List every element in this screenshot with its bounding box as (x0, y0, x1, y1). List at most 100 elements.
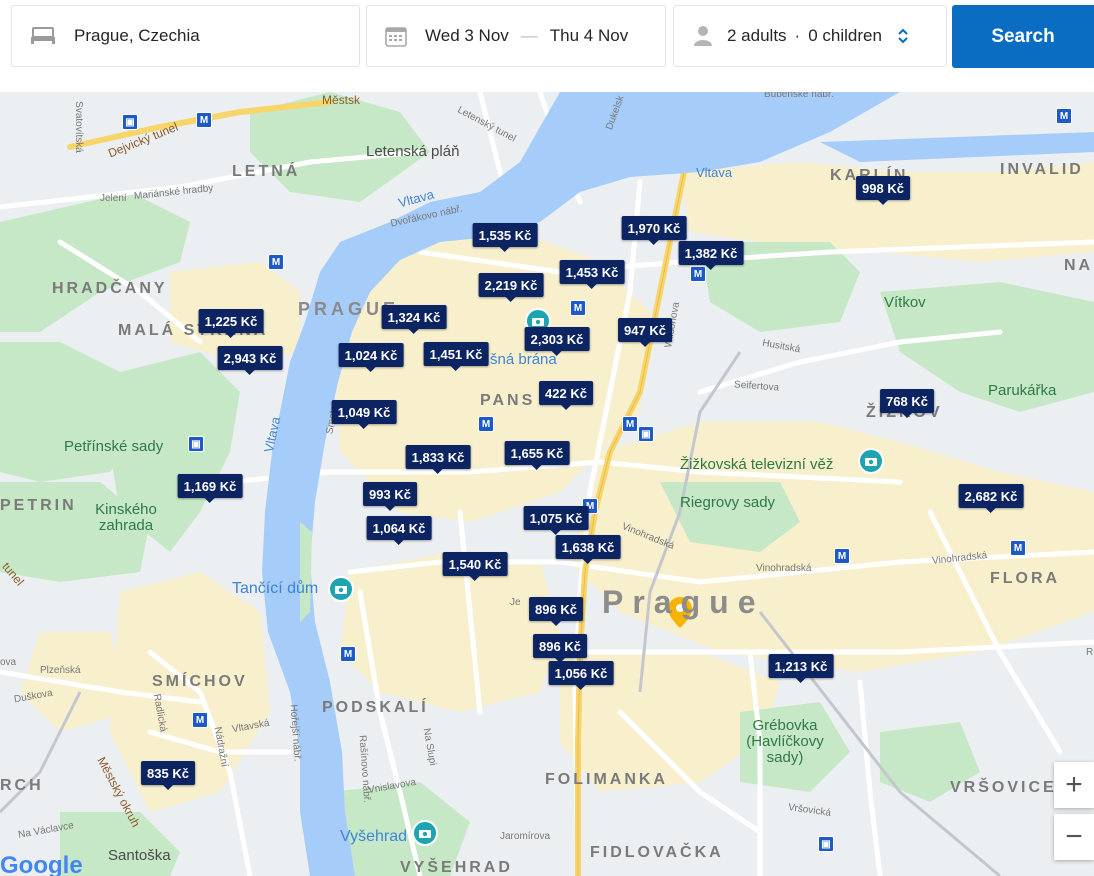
destination-value: Prague, Czechia (74, 26, 200, 45)
search-button[interactable]: Search (952, 5, 1094, 68)
map-label-invalid: INVALID (1000, 161, 1084, 178)
price-marker[interactable]: 2,219 Kč (478, 273, 544, 302)
map-label-flora: FLORA (990, 570, 1061, 587)
price-marker[interactable]: 2,303 Kč (524, 327, 590, 356)
map-label-vitkov: Vítkov (884, 294, 926, 311)
zoom-out-button[interactable]: − (1054, 814, 1094, 860)
map-label-santoska: Santoška (108, 847, 171, 864)
price-marker[interactable]: 1,225 Kč (198, 309, 264, 338)
search-bar: Prague, Czechia Wed 3 Nov — Thu 4 Nov 2 … (0, 0, 1094, 92)
price-marker[interactable]: 1,535 Kč (472, 223, 538, 252)
guests-field[interactable]: 2 adults · 0 children (673, 5, 947, 67)
price-marker[interactable]: 835 Kč (141, 761, 195, 790)
metro-icon: M (340, 646, 356, 662)
price-marker[interactable]: 2,943 Kč (217, 346, 283, 375)
metro-icon: M (834, 548, 850, 564)
street-bubenske: Bubenské nábř. (764, 92, 835, 100)
chevron-updown-icon[interactable] (898, 28, 908, 44)
tram-icon: ▣ (818, 836, 834, 852)
price-marker[interactable]: 1,324 Kč (381, 305, 447, 334)
tram-icon: ▣ (122, 114, 138, 130)
price-marker[interactable]: 998 Kč (856, 176, 910, 205)
map-label-pansky: PANS (480, 392, 536, 409)
street-plzenska: Plzeňská (40, 665, 81, 676)
map-label-petrin: PETRIN (0, 497, 77, 514)
metro-icon: M (690, 266, 706, 282)
map-label-letenska-plan: Letenská pláň (366, 143, 460, 160)
map-label-prague-big: Prague (602, 584, 765, 620)
price-marker[interactable]: 1,064 Kč (366, 516, 432, 545)
check-in-date: Wed 3 Nov (425, 26, 509, 45)
map-label-petrinske-sady: Petřínské sady (64, 438, 164, 455)
tram-icon: ▣ (638, 426, 654, 442)
map-label-podskali: PODSKALÍ (322, 699, 429, 716)
map-label-hradcany: HRADČANY (52, 280, 168, 297)
metro-icon: M (196, 112, 212, 128)
price-marker[interactable]: 1,213 Kč (768, 654, 834, 683)
map-label-vltava-2: Vltava (696, 165, 733, 180)
price-marker[interactable]: 896 Kč (533, 634, 587, 663)
price-marker[interactable]: 993 Kč (363, 482, 417, 511)
street-jaromirova: Jaromírova (500, 831, 551, 842)
map-label-zizkovska-vez: Žižkovská televizní věž (680, 456, 834, 473)
calendar-icon (385, 25, 407, 47)
metro-icon: M (1056, 108, 1072, 124)
price-marker[interactable]: 1,453 Kč (559, 260, 625, 289)
map-label-grebovka: Grébovka (Havlíčkovy sady) (746, 717, 824, 766)
guests-dot: · (794, 26, 801, 45)
price-marker[interactable]: 422 Kč (539, 381, 593, 410)
metro-icon: M (268, 254, 284, 270)
metro-icon: M (478, 416, 494, 432)
price-marker[interactable]: 1,833 Kč (405, 445, 471, 474)
date-range-field[interactable]: Wed 3 Nov — Thu 4 Nov (366, 5, 666, 67)
metro-icon: M (570, 300, 586, 316)
street-mestska: Městsk (322, 93, 361, 107)
street-r: R (1086, 647, 1094, 658)
camera-icon (412, 820, 438, 846)
map-label-smichov: SMÍCHOV (152, 673, 248, 690)
price-marker[interactable]: 1,049 Kč (331, 400, 397, 429)
price-marker[interactable]: 1,451 Kč (423, 342, 489, 371)
map-label-fidlovacka: FIDLOVAČKA (590, 844, 724, 861)
check-out-date: Thu 4 Nov (549, 26, 629, 45)
price-marker[interactable]: 768 Kč (880, 389, 934, 418)
street-ova: ova (0, 657, 17, 668)
price-marker[interactable]: 1,638 Kč (555, 535, 621, 564)
price-marker[interactable]: 1,655 Kč (504, 441, 570, 470)
bed-icon (30, 27, 56, 45)
destination-field[interactable]: Prague, Czechia (11, 5, 360, 67)
price-marker[interactable]: 1,075 Kč (523, 506, 589, 535)
metro-icon: M (622, 416, 638, 432)
map-label-rch: RCH (0, 777, 44, 794)
metro-icon: M (1010, 540, 1026, 556)
street-vinohradska-2: Vinohradská (756, 563, 812, 574)
map-label-letna: LETNÁ (232, 163, 301, 180)
map-label-parukarka: Parukářka (988, 382, 1057, 399)
camera-icon (858, 448, 884, 474)
price-marker[interactable]: 1,056 Kč (548, 661, 614, 690)
map-label-folimanka: FOLIMANKA (545, 771, 668, 788)
map-label-vysehrad-district: VYŠEHRAD (400, 859, 513, 876)
map[interactable]: LETNÁ Letenská pláň HRADČANY MALÁ STRANA… (0, 92, 1094, 876)
map-label-vrsovice: VRŠOVICE (950, 779, 1057, 796)
street-jecna: Je (510, 597, 521, 608)
zoom-in-button[interactable]: + (1054, 762, 1094, 808)
map-label-na: NA (1064, 257, 1094, 274)
price-marker[interactable]: 1,382 Kč (678, 241, 744, 270)
map-label-tancici-dum: Tančící dům (232, 580, 319, 597)
price-marker[interactable]: 1,024 Kč (338, 343, 404, 372)
children-count: 0 children (808, 26, 882, 45)
price-marker[interactable]: 947 Kč (618, 318, 672, 347)
price-marker[interactable]: 1,970 Kč (621, 216, 687, 245)
price-marker[interactable]: 1,540 Kč (442, 552, 508, 581)
google-logo: Google (0, 852, 83, 876)
adults-count: 2 adults (727, 26, 787, 45)
price-marker[interactable]: 896 Kč (529, 597, 583, 626)
map-label-prasna-brana: šná brána (490, 351, 557, 368)
street-jeleni: Jelení (100, 193, 127, 204)
price-marker[interactable]: 1,169 Kč (177, 474, 243, 503)
map-label-kinskeho-zahrada: Kinského zahrada (95, 501, 157, 534)
map-label-vysehrad: Vyšehrad (340, 828, 407, 845)
price-marker[interactable]: 2,682 Kč (958, 484, 1024, 513)
street-svatovitska: Svatovítská (72, 101, 84, 153)
